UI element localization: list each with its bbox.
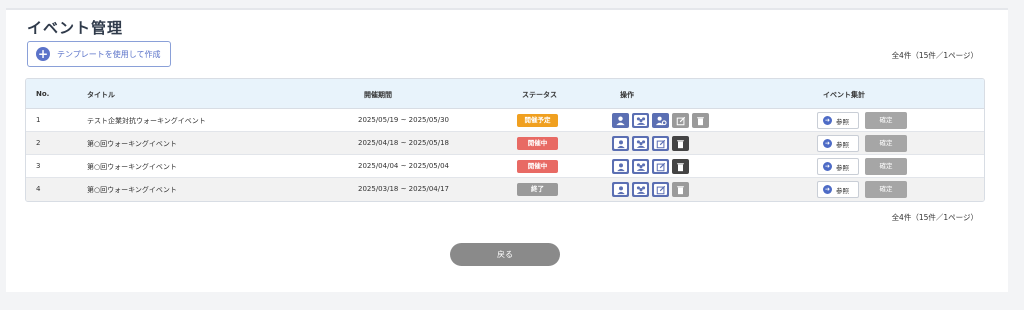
edit-icon[interactable]: [652, 159, 669, 174]
confirm-button[interactable]: 確定: [865, 158, 907, 175]
back-button[interactable]: 戻る: [450, 243, 560, 266]
action-icons: [612, 113, 709, 128]
table-row: 2 第○回ウォーキングイベント 2025/04/18 ~ 2025/05/18 …: [26, 132, 984, 155]
edit-icon[interactable]: [652, 182, 669, 197]
reference-button[interactable]: ➜ 参照: [817, 158, 859, 175]
status-badge: 開催中: [517, 160, 558, 173]
aggregate-actions: ➜ 参照 確定: [817, 112, 907, 129]
users-group-icon[interactable]: [632, 136, 649, 151]
trash-icon[interactable]: [672, 159, 689, 174]
create-from-template-button[interactable]: + テンプレートを使用して作成: [27, 41, 171, 67]
action-icons: [612, 159, 689, 174]
arrow-circle-icon: ➜: [823, 162, 832, 171]
action-icons: [612, 182, 689, 197]
users-group-icon[interactable]: [632, 113, 649, 128]
table-header: No. タイトル 開催期間 ステータス 操作 イベント集計: [26, 79, 984, 109]
status-badge: 終了: [517, 183, 558, 196]
table-row: 1 テスト企業対抗ウォーキングイベント 2025/05/19 ~ 2025/05…: [26, 109, 984, 132]
cell-title: テスト企業対抗ウォーキングイベント: [87, 117, 206, 125]
cell-period: 2025/05/19 ~ 2025/05/30: [358, 116, 450, 124]
action-icons: [612, 136, 689, 151]
header-aggregate: イベント集計: [823, 91, 865, 99]
arrow-circle-icon: ➜: [823, 139, 832, 148]
confirm-button[interactable]: 確定: [865, 135, 907, 152]
table-row: 3 第○回ウォーキングイベント 2025/04/04 ~ 2025/05/04 …: [26, 155, 984, 178]
aggregate-actions: ➜ 参照 確定: [817, 181, 907, 198]
status-badge: 開催中: [517, 137, 558, 150]
user-icon[interactable]: [612, 182, 629, 197]
user-icon[interactable]: [612, 136, 629, 151]
cell-no: 3: [36, 162, 41, 170]
arrow-circle-icon: ➜: [823, 116, 832, 125]
header-period: 開催期間: [364, 91, 392, 99]
aggregate-actions: ➜ 参照 確定: [817, 158, 907, 175]
top-divider: [6, 8, 1008, 10]
cell-period: 2025/03/18 ~ 2025/04/17: [358, 185, 450, 193]
cell-title: 第○回ウォーキングイベント: [87, 163, 177, 171]
cell-no: 4: [36, 185, 41, 193]
page-title: イベント管理: [27, 19, 124, 37]
users-group-icon[interactable]: [632, 159, 649, 174]
trash-icon[interactable]: [672, 182, 689, 197]
users-group-icon[interactable]: [632, 182, 649, 197]
cell-period: 2025/04/18 ~ 2025/05/18: [358, 139, 450, 147]
cell-title: 第○回ウォーキングイベント: [87, 186, 177, 194]
user-icon[interactable]: [612, 159, 629, 174]
status-badge: 開催予定: [517, 114, 558, 127]
create-from-template-label: テンプレートを使用して作成: [57, 49, 161, 59]
header-actions: 操作: [620, 91, 634, 99]
confirm-button[interactable]: 確定: [865, 181, 907, 198]
user-settings-icon[interactable]: [652, 113, 669, 128]
reference-label: 参照: [836, 117, 849, 126]
header-status: ステータス: [522, 91, 557, 99]
arrow-circle-icon: ➜: [823, 185, 832, 194]
trash-icon[interactable]: [672, 136, 689, 151]
table-row: 4 第○回ウォーキングイベント 2025/03/18 ~ 2025/04/17 …: [26, 178, 984, 201]
trash-icon[interactable]: [692, 113, 709, 128]
reference-button[interactable]: ➜ 参照: [817, 135, 859, 152]
header-no: No.: [36, 90, 50, 98]
cell-no: 1: [36, 116, 41, 124]
reference-label: 参照: [836, 186, 849, 195]
record-count-top: 全4件（15件／1ページ）: [891, 51, 978, 60]
aggregate-actions: ➜ 参照 確定: [817, 135, 907, 152]
record-count-bottom: 全4件（15件／1ページ）: [891, 213, 978, 222]
confirm-button[interactable]: 確定: [865, 112, 907, 129]
plus-circle-icon: +: [36, 47, 50, 61]
header-title: タイトル: [87, 91, 115, 99]
event-table: No. タイトル 開催期間 ステータス 操作 イベント集計 1 テスト企業対抗ウ…: [25, 78, 985, 202]
edit-icon[interactable]: [652, 136, 669, 151]
reference-label: 参照: [836, 163, 849, 172]
reference-button[interactable]: ➜ 参照: [817, 181, 859, 198]
user-icon[interactable]: [612, 113, 629, 128]
reference-button[interactable]: ➜ 参照: [817, 112, 859, 129]
reference-label: 参照: [836, 140, 849, 149]
cell-no: 2: [36, 139, 41, 147]
edit-icon[interactable]: [672, 113, 689, 128]
cell-title: 第○回ウォーキングイベント: [87, 140, 177, 148]
cell-period: 2025/04/04 ~ 2025/05/04: [358, 162, 450, 170]
